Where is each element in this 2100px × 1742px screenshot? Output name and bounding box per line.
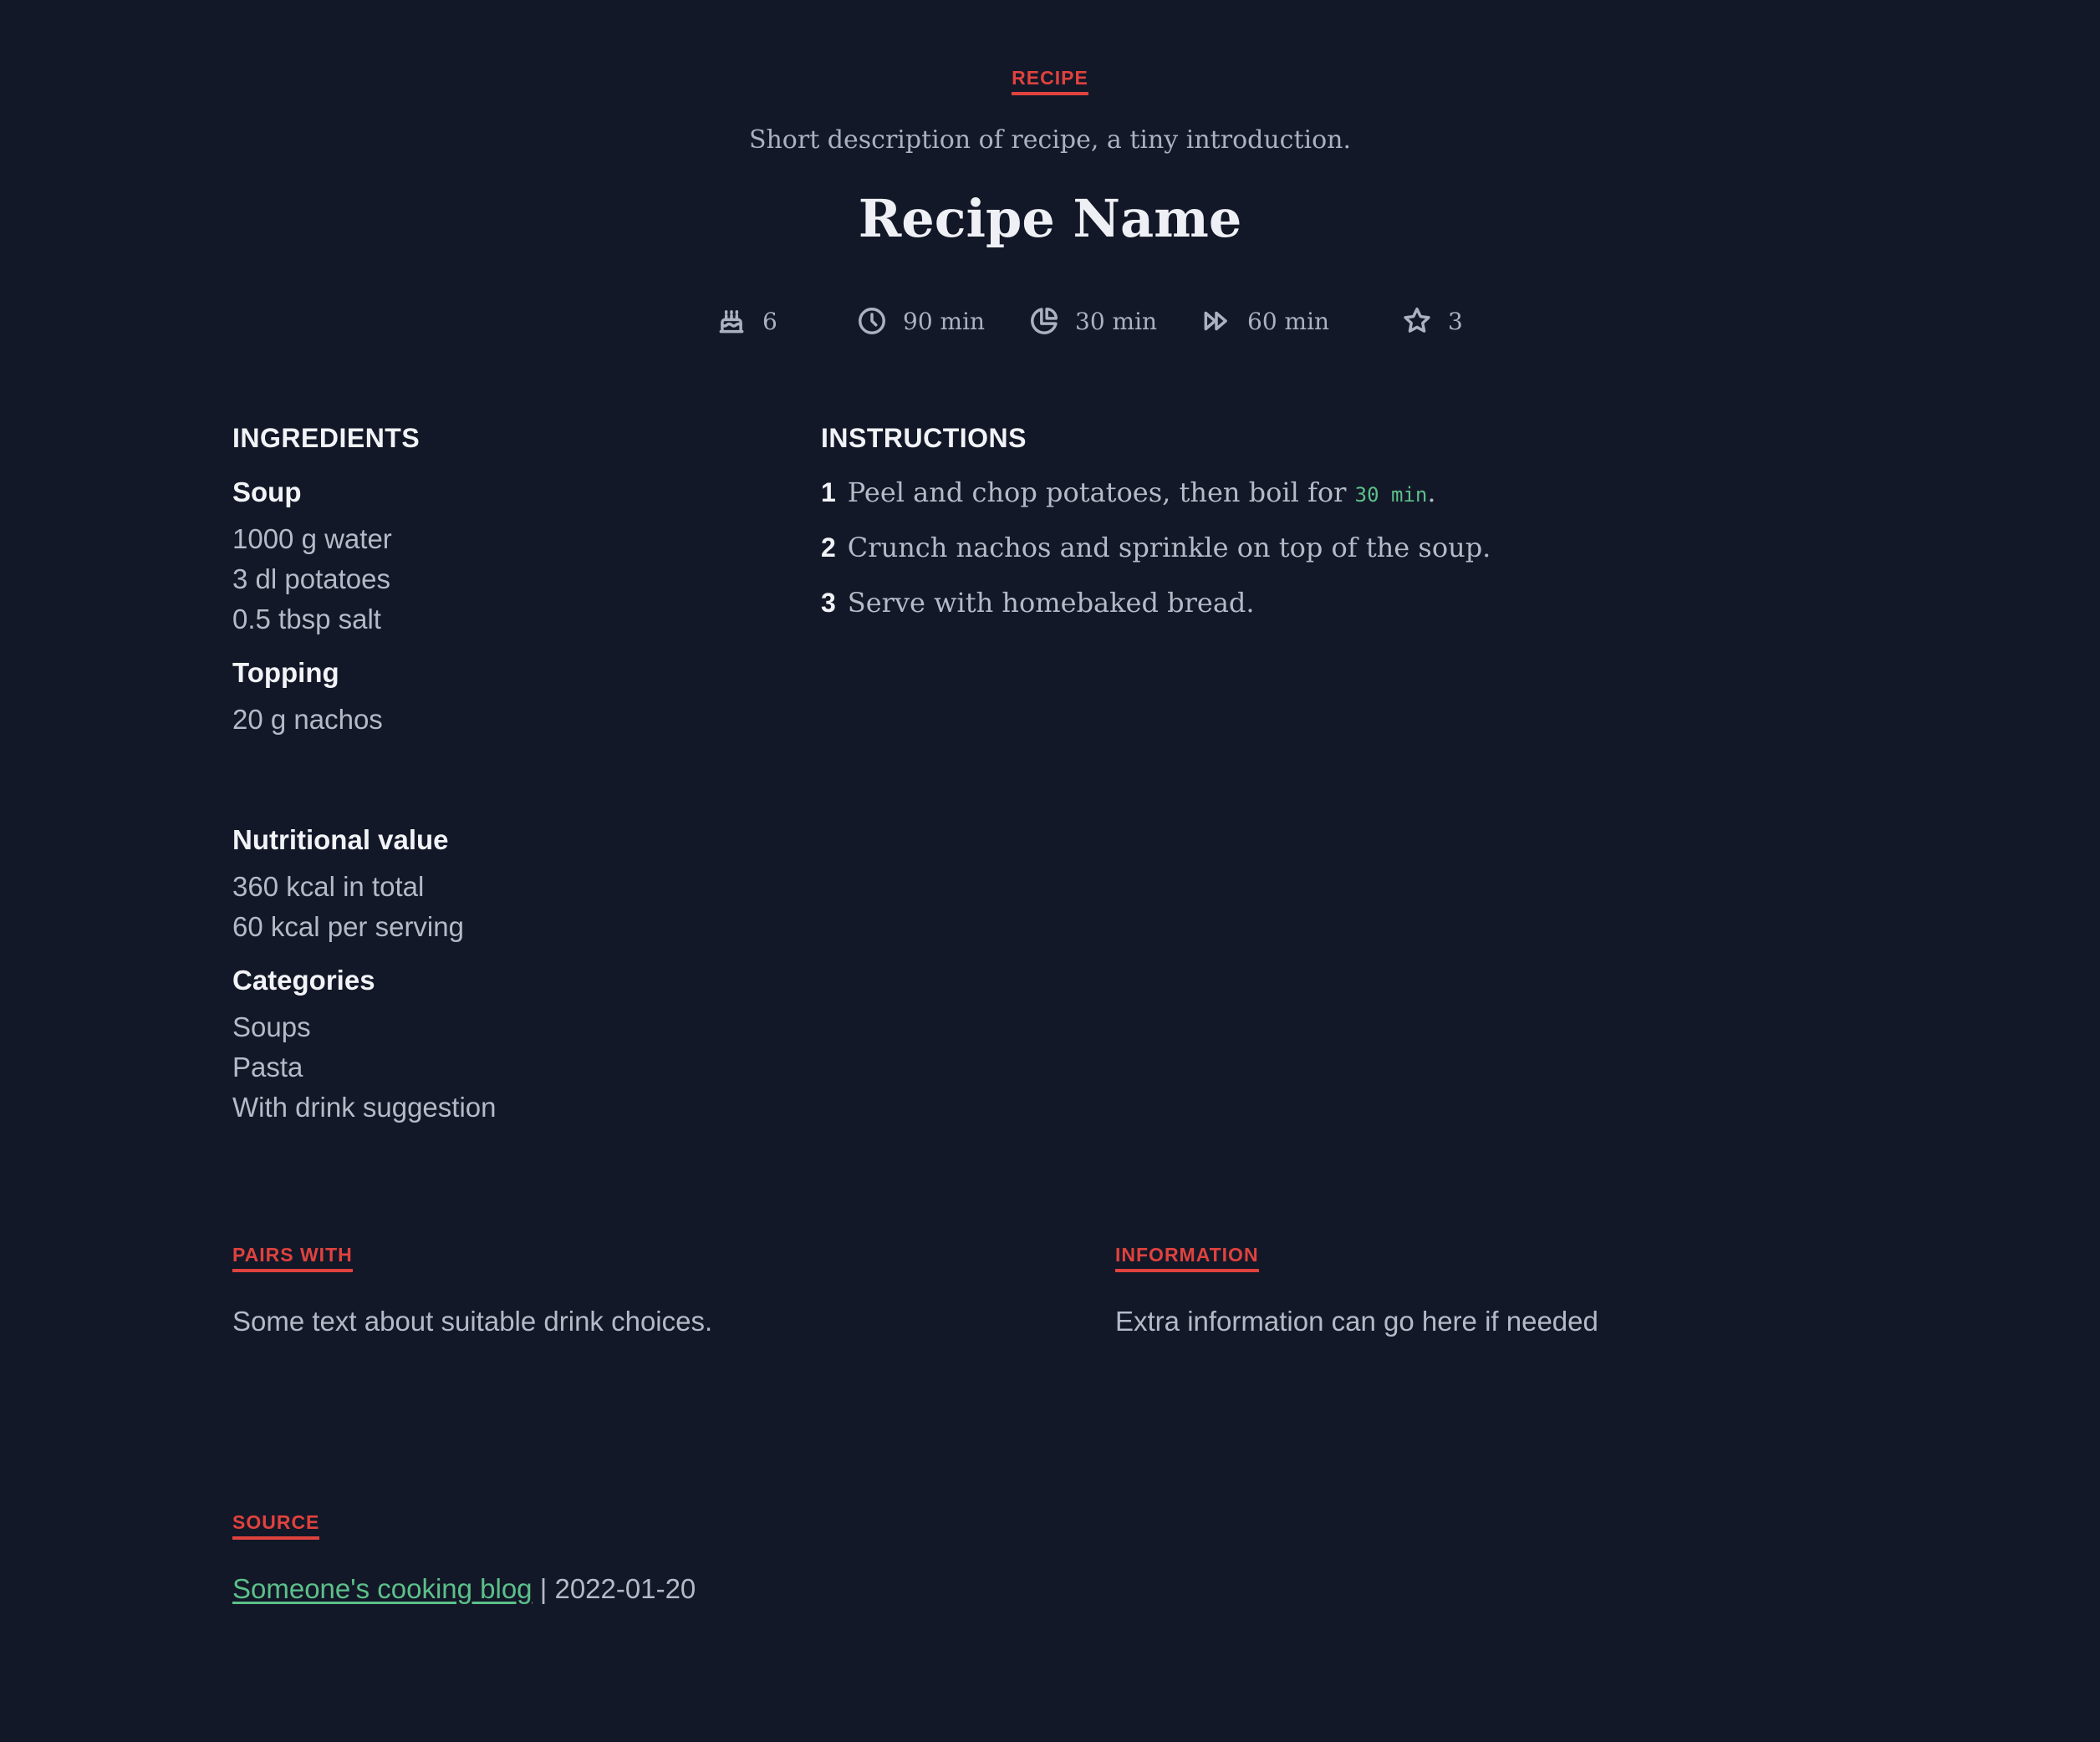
category-item: Soups [232,1011,311,1042]
pie-chart-icon [1031,308,1058,334]
ingredients-heading: INGREDIENTS [232,423,421,453]
meta-cook-time-value: 60 min [1247,307,1330,335]
meta-total-time: 90 min [856,301,985,341]
category-item: Pasta [232,1052,303,1082]
source-link[interactable]: Someone's cooking blog [232,1573,533,1604]
ingredient-item: 20 g nachos [232,704,383,735]
clock-icon [859,308,885,334]
ingredient-group-heading: Soup [232,476,302,507]
nutrition-item: 60 kcal per serving [232,911,464,942]
meta-rating: 3 [1401,301,1463,341]
step-text: Peel and chop potatoes, then boil for [847,476,1355,508]
step-duration: 30 min [1354,483,1428,507]
step-number: 2 [821,532,836,563]
pairs-with-text: Some text about suitable drink choices. [232,1306,713,1337]
source-label: SOURCE [232,1510,320,1540]
step-text: Crunch nachos and sprinkle on top of the… [847,532,1491,563]
recipe-kicker: RECIPE [0,65,2100,95]
categories-heading: Categories [232,965,375,996]
step-number: 3 [821,588,836,618]
ingredient-group-heading: Topping [232,657,339,688]
meta-total-time-value: 90 min [903,307,986,335]
ingredient-item: 0.5 tbsp salt [232,604,381,634]
fast-forward-icon [1204,311,1227,331]
instruction-step: 1 Peel and chop potatoes, then boil for 3… [821,476,1436,508]
meta-prep-time-value: 30 min [1075,307,1158,335]
meta-servings-value: 6 [762,307,777,335]
step-number: 1 [821,477,836,507]
source-date: 2022-01-20 [554,1573,696,1604]
recipe-page: RECIPE Short description of recipe, a ti… [0,0,2100,1742]
information-label: INFORMATION [1115,1242,1259,1272]
ingredient-item: 1000 g water [232,523,392,554]
nutrition-item: 360 kcal in total [232,871,425,902]
information-text: Extra information can go here if needed [1115,1306,1598,1337]
recipe-title: Recipe Name [858,188,1242,249]
recipe-description: Short description of recipe, a tiny intr… [748,125,1352,155]
meta-servings: 6 [716,301,777,341]
source-separator: | [532,1573,555,1604]
meta-prep-time: 30 min [1028,301,1157,341]
ingredient-item: 3 dl potatoes [232,563,390,594]
pairs-with-label: PAIRS WITH [232,1242,353,1272]
meta-cook-time: 60 min [1200,301,1329,341]
instruction-step: 3 Serve with homebaked bread. [821,587,1255,619]
nutrition-heading: Nutritional value [232,824,449,855]
category-item: With drink suggestion [232,1092,497,1123]
star-icon [1404,308,1430,333]
step-text: Serve with homebaked bread. [847,587,1255,619]
step-text-end: . [1427,476,1436,508]
meta-rating-value: 3 [1448,307,1463,335]
cake-icon [719,310,744,334]
instruction-step: 2 Crunch nachos and sprinkle on top of th… [821,532,1491,563]
recipe-kicker-label: RECIPE [1012,65,1088,95]
instructions-heading: INSTRUCTIONS [821,423,1027,453]
source-line: Someone's cooking blog | 2022-01-20 [232,1573,696,1605]
